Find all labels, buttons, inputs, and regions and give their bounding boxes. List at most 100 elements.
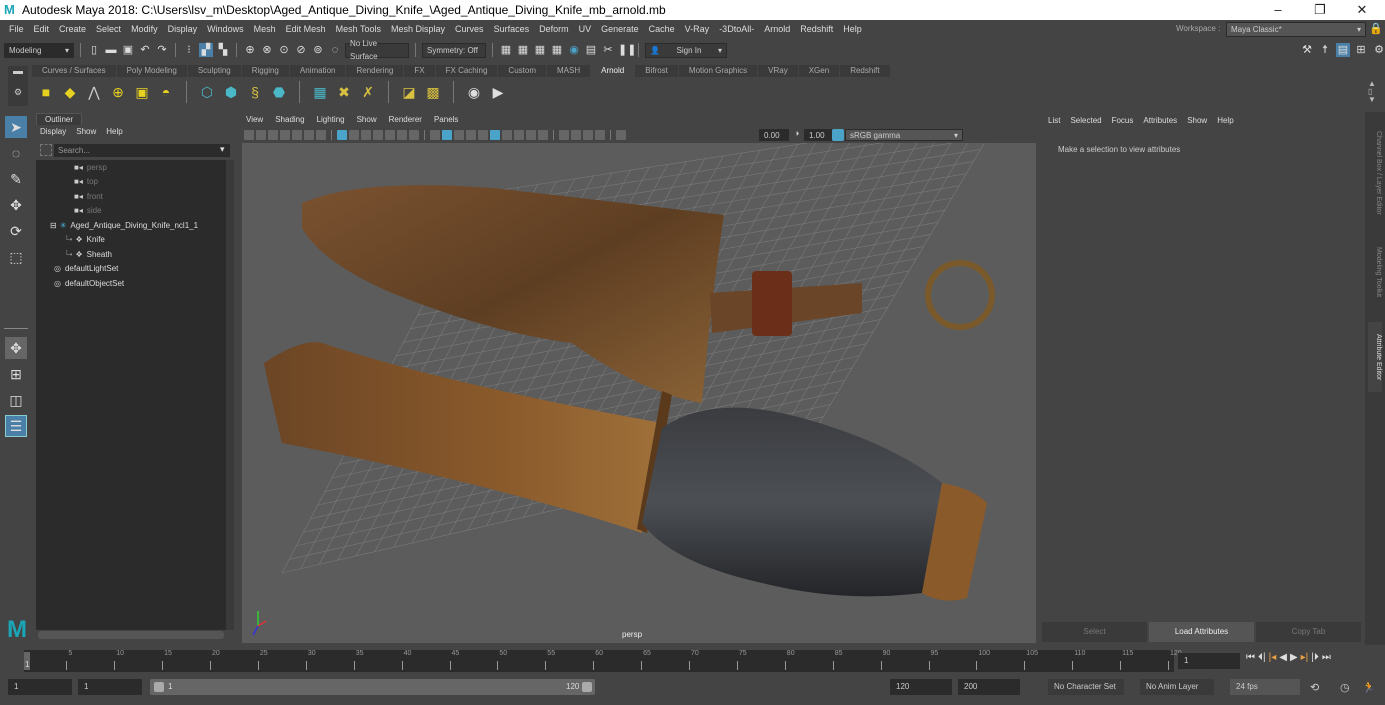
- volume-icon[interactable]: ⬣: [269, 82, 289, 102]
- curve-collector-icon[interactable]: §: [245, 82, 265, 102]
- physical-sky-icon[interactable]: ◓: [156, 82, 176, 102]
- grease-pencil-icon[interactable]: [316, 130, 326, 140]
- render-setup-icon[interactable]: ▤: [584, 43, 598, 57]
- menu-mesh-display[interactable]: Mesh Display: [386, 24, 450, 34]
- xray-active-icon[interactable]: [595, 130, 605, 140]
- resolution-gate-icon[interactable]: [361, 130, 371, 140]
- light-editor-icon[interactable]: ✂: [601, 43, 615, 57]
- auto-key-icon[interactable]: ◷: [1340, 681, 1350, 694]
- menu-mesh-tools[interactable]: Mesh Tools: [331, 24, 386, 34]
- tab-attribute-editor[interactable]: Attribute Editor: [1368, 322, 1382, 392]
- fps-dropdown[interactable]: 24 fps: [1230, 679, 1300, 695]
- new-scene-icon[interactable]: ▯: [87, 43, 101, 57]
- shelf-tab-motion-graphics[interactable]: Motion Graphics: [678, 65, 758, 77]
- snap-point-icon[interactable]: ⊙: [277, 43, 291, 57]
- human-ik-icon[interactable]: ☨: [1318, 43, 1332, 57]
- ambient-occlusion-icon[interactable]: [502, 130, 512, 140]
- range-slider[interactable]: 1 120: [150, 679, 595, 695]
- aov-icon[interactable]: ▩: [423, 82, 443, 102]
- menu-display[interactable]: Display: [163, 24, 203, 34]
- safe-action-icon[interactable]: [397, 130, 407, 140]
- anim-layer-dropdown[interactable]: No Anim Layer: [1140, 679, 1214, 695]
- two-panel-layout-icon[interactable]: ◫: [5, 389, 27, 411]
- gate-mask-icon[interactable]: [373, 130, 383, 140]
- single-perspective-layout-icon[interactable]: ✥: [5, 337, 27, 359]
- close-button[interactable]: ✕: [1342, 0, 1382, 20]
- gamma-icon[interactable]: ◑: [794, 128, 799, 138]
- tab-channel-box[interactable]: Channel Box / Layer Editor: [1368, 120, 1382, 225]
- light-portal-icon[interactable]: ▣: [132, 82, 152, 102]
- outliner-menu-help[interactable]: Help: [106, 127, 122, 136]
- 3d-viewport[interactable]: persp: [242, 143, 1036, 643]
- go-to-start-icon[interactable]: ⏮: [1246, 652, 1255, 663]
- load-attributes-button[interactable]: Load Attributes: [1149, 622, 1254, 642]
- ae-menu-attributes[interactable]: Attributes: [1143, 116, 1177, 125]
- exposure-icon[interactable]: [616, 130, 626, 140]
- move-tool-icon[interactable]: ✥: [5, 194, 27, 216]
- viewport-menu-panels[interactable]: Panels: [434, 115, 458, 124]
- 2d-pan-zoom-icon[interactable]: [304, 130, 314, 140]
- outliner-item[interactable]: ■◂ side: [36, 204, 226, 219]
- menu-3dtoall[interactable]: -3DtoAll-: [714, 24, 759, 34]
- minimize-button[interactable]: –: [1258, 0, 1298, 20]
- shadows-icon[interactable]: [490, 130, 500, 140]
- depth-of-field-icon[interactable]: [538, 130, 548, 140]
- render-icon[interactable]: ▶: [488, 82, 508, 102]
- menu-v-ray[interactable]: V-Ray: [680, 24, 715, 34]
- select-button[interactable]: Select: [1042, 622, 1147, 642]
- range-start-handle[interactable]: [154, 682, 164, 692]
- menu-surfaces[interactable]: Surfaces: [489, 24, 535, 34]
- shelf-tab-sculpting[interactable]: Sculpting: [187, 65, 241, 77]
- shelf-tab-fx-caching[interactable]: FX Caching: [435, 65, 498, 77]
- outliner-tab[interactable]: Outliner: [36, 113, 83, 125]
- step-forward-key-icon[interactable]: |⏵: [1311, 652, 1319, 663]
- photometric-light-icon[interactable]: ⋀: [84, 82, 104, 102]
- shelf-tab-poly-modeling[interactable]: Poly Modeling: [116, 65, 187, 77]
- motion-blur-icon[interactable]: [514, 130, 524, 140]
- xray-joints-icon[interactable]: [583, 130, 593, 140]
- undo-icon[interactable]: ↶: [138, 43, 152, 57]
- arnold-render-view-icon[interactable]: ◉: [567, 43, 581, 57]
- wireframe-icon[interactable]: [430, 130, 440, 140]
- render-settings-icon[interactable]: ▦: [533, 43, 547, 57]
- menu-select[interactable]: Select: [91, 24, 126, 34]
- ipr-icon[interactable]: ◉: [464, 82, 484, 102]
- collapse-icon[interactable]: ⊟: [50, 221, 57, 230]
- pause-icon[interactable]: ❚❚: [618, 43, 636, 57]
- outliner-layout-icon[interactable]: ☰: [5, 415, 27, 437]
- mesh-light-icon[interactable]: ◆: [60, 82, 80, 102]
- render-view-icon[interactable]: ▦: [310, 82, 330, 102]
- loop-icon[interactable]: ⟲: [1310, 681, 1319, 694]
- shelf-tab-xgen[interactable]: XGen: [798, 65, 840, 77]
- shelf-tab-custom[interactable]: Custom: [498, 65, 546, 77]
- play-forward-icon[interactable]: ▶: [1290, 652, 1298, 663]
- menu-windows[interactable]: Windows: [202, 24, 249, 34]
- sign-in-dropdown[interactable]: 👤 Sign In ▾: [645, 42, 727, 58]
- select-hierarchy-icon[interactable]: ⁝: [182, 43, 196, 57]
- save-scene-icon[interactable]: ▣: [121, 43, 135, 57]
- isolate-select-icon[interactable]: [559, 130, 569, 140]
- viewport-menu-lighting[interactable]: Lighting: [317, 115, 345, 124]
- smooth-shade-icon[interactable]: [442, 130, 452, 140]
- render-current-frame-icon[interactable]: ▦: [499, 43, 513, 57]
- rotate-tool-icon[interactable]: ⟳: [5, 220, 27, 242]
- standin-create-icon[interactable]: ⬡: [197, 82, 217, 102]
- play-backward-icon[interactable]: ◀: [1279, 652, 1287, 663]
- anim-prefs-icon[interactable]: 🏃: [1362, 681, 1376, 694]
- snap-curve-icon[interactable]: ⊗: [260, 43, 274, 57]
- menu-generate[interactable]: Generate: [596, 24, 644, 34]
- snap-surface-icon[interactable]: ⊚: [311, 43, 325, 57]
- viewport-menu-view[interactable]: View: [246, 115, 263, 124]
- lock-camera-icon[interactable]: [256, 130, 266, 140]
- menu-deform[interactable]: Deform: [534, 24, 574, 34]
- bookmarks-icon[interactable]: [280, 130, 290, 140]
- outliner-menu-show[interactable]: Show: [76, 127, 96, 136]
- tool-settings-icon[interactable]: ⊞: [1354, 43, 1368, 57]
- live-surface-field[interactable]: No Live Surface: [345, 39, 409, 61]
- menu-file[interactable]: File: [4, 24, 29, 34]
- shelf-tab-fx[interactable]: FX: [404, 65, 435, 77]
- workspace-dropdown[interactable]: Maya Classic* ▾: [1226, 22, 1366, 37]
- select-camera-icon[interactable]: [244, 130, 254, 140]
- mode-dropdown[interactable]: Modeling ▾: [4, 42, 74, 58]
- menu-create[interactable]: Create: [54, 24, 91, 34]
